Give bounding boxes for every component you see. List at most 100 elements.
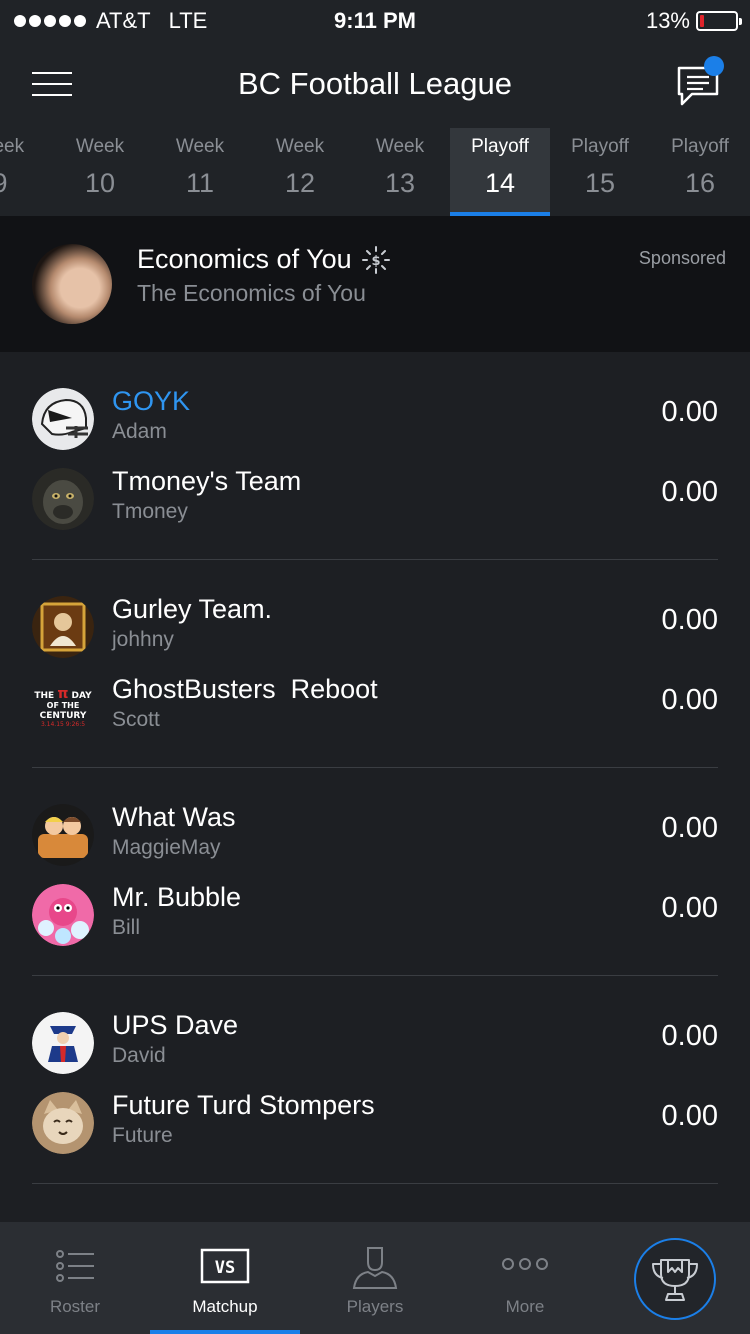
week-number: 13 bbox=[384, 168, 416, 198]
clock: 9:11 PM bbox=[334, 8, 416, 33]
sponsor-title: Economics of You $ bbox=[137, 244, 390, 275]
tab-label: Matchup bbox=[192, 1297, 258, 1316]
tab-week-13[interactable]: Week 13 bbox=[350, 128, 450, 216]
sponsor-avatar bbox=[32, 244, 112, 324]
team-owner: David bbox=[112, 1044, 166, 1067]
matchup-card[interactable]: Gurley Team. johhny 0.00 THE π DAY OF TH… bbox=[0, 560, 750, 768]
team-name: GhostBusters Reboot bbox=[112, 674, 378, 704]
team-score: 0.00 bbox=[661, 892, 718, 924]
battery-percent: 13% bbox=[645, 8, 690, 33]
notification-badge bbox=[704, 56, 724, 76]
tab-playoff-14[interactable]: Playoff 14 bbox=[450, 128, 550, 216]
week-label: Week bbox=[0, 136, 25, 157]
tab-playoff-15[interactable]: Playoff 15 bbox=[550, 128, 650, 216]
team-row[interactable]: Gurley Team. johhny 0.00 bbox=[0, 590, 750, 670]
dollar-coin-icon: $ bbox=[361, 245, 390, 274]
tab-week-9[interactable]: Week 9 bbox=[0, 128, 50, 216]
tab-week-12[interactable]: Week 12 bbox=[250, 128, 350, 216]
week-number: 11 bbox=[185, 168, 215, 198]
team-name: Future Turd Stompers bbox=[112, 1090, 375, 1120]
team-avatar-cat bbox=[32, 1092, 94, 1154]
tab-players[interactable]: Players bbox=[300, 1222, 450, 1334]
svg-text:CENTURY: CENTURY bbox=[40, 711, 87, 721]
week-label: Week bbox=[175, 136, 225, 157]
team-owner: Bill bbox=[112, 916, 141, 939]
team-score: 0.00 bbox=[661, 812, 718, 844]
team-owner: johhny bbox=[112, 628, 174, 651]
battery-icon bbox=[696, 11, 742, 31]
week-number: 15 bbox=[584, 168, 616, 198]
tab-more[interactable]: More bbox=[450, 1222, 600, 1334]
team-row[interactable]: THE π DAY OF THE CENTURY 3.14.15 9:26:5 … bbox=[0, 670, 750, 750]
tab-playoff-16[interactable]: Playoff 16 bbox=[650, 128, 750, 216]
app-header: BC Football League bbox=[0, 40, 750, 128]
sponsored-label: Sponsored bbox=[638, 248, 726, 268]
week-label: Playoff bbox=[571, 136, 629, 157]
team-name: Mr. Bubble bbox=[112, 882, 242, 912]
team-score: 0.00 bbox=[661, 604, 718, 636]
tab-label: Roster bbox=[49, 1297, 101, 1316]
team-score: 0.00 bbox=[661, 684, 718, 716]
team-avatar-helmet bbox=[32, 388, 94, 450]
team-owner: Tmoney bbox=[112, 500, 188, 523]
sponsor-title-text: Economics of You bbox=[137, 244, 352, 274]
week-label: Week bbox=[375, 136, 425, 157]
bottom-tab-bar: Roster VS Matchup Players More bbox=[0, 1222, 750, 1334]
team-row[interactable]: What Was MaggieMay 0.00 bbox=[0, 798, 750, 878]
tab-label: More bbox=[505, 1297, 545, 1316]
league-title: BC Football League bbox=[237, 66, 513, 101]
team-avatar-bubble bbox=[32, 884, 94, 946]
week-label: Week bbox=[75, 136, 125, 157]
team-row[interactable]: UPS Dave David 0.00 bbox=[0, 1006, 750, 1086]
team-score: 0.00 bbox=[661, 1020, 718, 1052]
sponsored-ad[interactable]: Economics of You $ The Economics of You … bbox=[0, 216, 750, 352]
team-row[interactable]: Mr. Bubble Bill 0.00 bbox=[0, 878, 750, 958]
team-row[interactable]: GOYK Adam 0.00 bbox=[0, 382, 750, 462]
week-number: 10 bbox=[84, 168, 116, 198]
week-label: Playoff bbox=[671, 136, 729, 157]
trophy-button[interactable] bbox=[634, 1238, 716, 1320]
week-label: Week bbox=[275, 136, 325, 157]
team-score: 0.00 bbox=[661, 1100, 718, 1132]
battery-status: 13% bbox=[645, 8, 742, 34]
matchup-list: GOYK Adam 0.00 Tmoney's Team Tmoney 0.00 bbox=[0, 352, 750, 1222]
chat-button[interactable] bbox=[676, 56, 724, 108]
trophy-icon bbox=[652, 1259, 698, 1301]
team-avatar-portrait bbox=[32, 596, 94, 658]
team-name: Gurley Team. bbox=[112, 594, 273, 624]
divider bbox=[32, 1183, 718, 1184]
team-owner: Adam bbox=[112, 420, 167, 443]
svg-text:$: $ bbox=[371, 254, 380, 269]
tab-label: Players bbox=[346, 1297, 404, 1316]
team-name: What Was bbox=[112, 802, 236, 832]
team-name: UPS Dave bbox=[112, 1010, 239, 1040]
tab-matchup[interactable]: VS Matchup bbox=[150, 1222, 300, 1334]
week-label: Playoff bbox=[471, 136, 529, 157]
tab-week-10[interactable]: Week 10 bbox=[50, 128, 150, 216]
team-owner: Scott bbox=[112, 708, 160, 731]
team-avatar-cartoon bbox=[32, 804, 94, 866]
vs-icon: VS bbox=[200, 1248, 250, 1284]
tab-week-11[interactable]: Week 11 bbox=[150, 128, 250, 216]
team-owner: Future bbox=[112, 1124, 173, 1147]
team-row[interactable]: Tmoney's Team Tmoney 0.00 bbox=[0, 462, 750, 542]
week-number: 14 bbox=[484, 168, 516, 198]
team-avatar-gorilla bbox=[32, 468, 94, 530]
team-score: 0.00 bbox=[661, 476, 718, 508]
tab-roster[interactable]: Roster bbox=[0, 1222, 150, 1334]
matchup-card[interactable]: UPS Dave David 0.00 Future Turd Stompers… bbox=[0, 976, 750, 1184]
team-avatar-pi-day: THE π DAY OF THE CENTURY 3.14.15 9:26:5 bbox=[32, 676, 94, 738]
vs-icon-text: VS bbox=[215, 1258, 235, 1278]
week-number: 12 bbox=[284, 168, 316, 198]
team-name: GOYK bbox=[112, 386, 191, 416]
svg-text:OF THE: OF THE bbox=[47, 701, 80, 710]
person-icon bbox=[352, 1247, 398, 1289]
week-number: 16 bbox=[684, 168, 716, 198]
matchup-card[interactable]: GOYK Adam 0.00 Tmoney's Team Tmoney 0.00 bbox=[0, 352, 750, 560]
team-row[interactable]: Future Turd Stompers Future 0.00 bbox=[0, 1086, 750, 1166]
team-score: 0.00 bbox=[661, 396, 718, 428]
status-bar: AT&T LTE 9:11 PM 13% bbox=[0, 0, 750, 40]
matchup-card[interactable]: What Was MaggieMay 0.00 Mr. Bubble Bill … bbox=[0, 768, 750, 976]
more-dots-icon bbox=[502, 1258, 548, 1270]
svg-text:3.14.15 9:26:5: 3.14.15 9:26:5 bbox=[41, 721, 85, 728]
